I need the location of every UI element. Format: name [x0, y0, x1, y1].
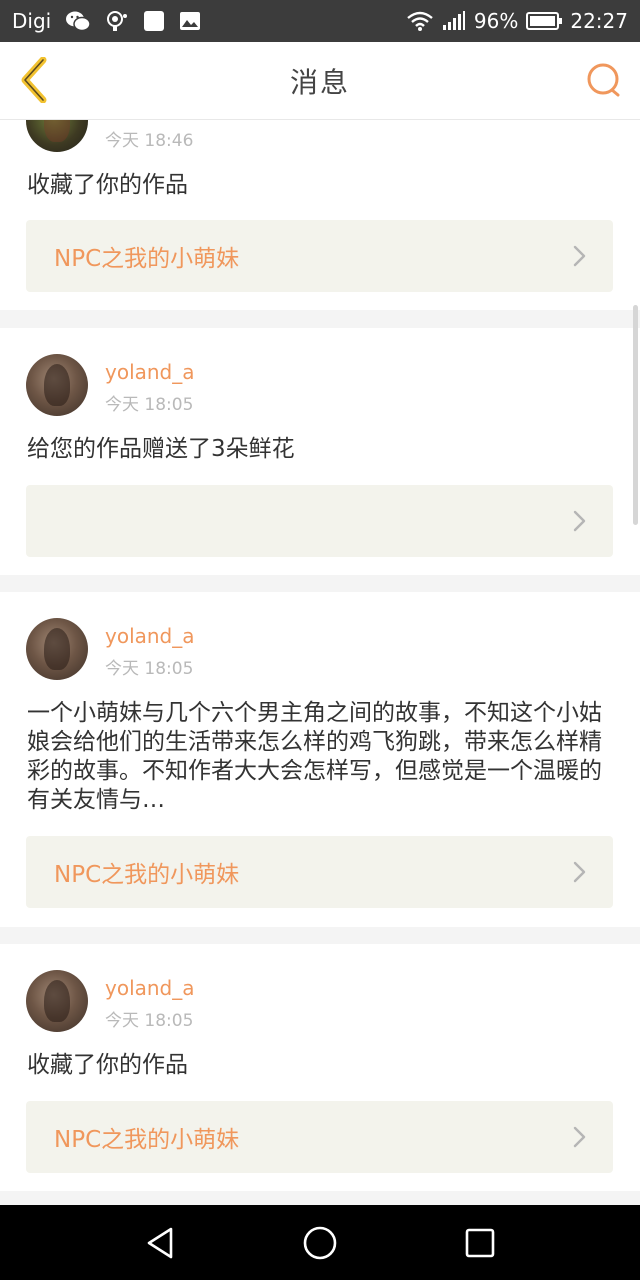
nav-back-button[interactable] — [140, 1223, 180, 1263]
timestamp: 今天 18:05 — [105, 1011, 194, 1031]
avatar[interactable] — [26, 618, 88, 680]
scrollbar[interactable] — [633, 305, 638, 525]
battery-percent: 96% — [473, 9, 519, 33]
search-icon — [585, 61, 623, 103]
work-link[interactable]: NPC之我的小萌妹 — [26, 836, 613, 908]
message-content: 收藏了你的作品 — [27, 1052, 188, 1078]
back-button[interactable] — [16, 56, 52, 107]
search-button[interactable] — [584, 62, 624, 102]
gallery-icon — [179, 11, 201, 31]
work-link[interactable] — [26, 485, 613, 557]
square-recents-icon — [465, 1228, 495, 1258]
work-title: NPC之我的小萌妹 — [54, 862, 240, 888]
app-header: 消息 — [0, 42, 640, 120]
message-content: 收藏了你的作品 — [27, 172, 188, 198]
username[interactable]: yoland_a — [105, 360, 195, 384]
timestamp: 今天 18:05 — [105, 395, 194, 415]
chevron-right-icon — [573, 861, 586, 883]
wechat-icon — [65, 10, 91, 32]
clock: 22:27 — [570, 9, 628, 33]
circle-home-icon — [303, 1226, 337, 1260]
page-title: 消息 — [289, 65, 350, 99]
message-feed[interactable]: 今天 18:46 收藏了你的作品 NPC之我的小萌妹 yoland_a 今天 1… — [0, 120, 640, 1205]
chevron-right-icon — [573, 245, 586, 267]
username[interactable]: yoland_a — [105, 976, 195, 1000]
nav-home-button[interactable] — [300, 1223, 340, 1263]
nav-recents-button[interactable] — [460, 1223, 500, 1263]
app-square-icon — [143, 10, 165, 32]
avatar[interactable] — [26, 970, 88, 1032]
message-content: 给您的作品赠送了3朵鲜花 — [27, 436, 295, 462]
work-link[interactable]: NPC之我的小萌妹 — [26, 220, 613, 292]
timestamp: 今天 18:46 — [105, 131, 194, 151]
chevron-left-icon — [19, 56, 49, 107]
signal-icon — [442, 11, 466, 31]
work-title: NPC之我的小萌妹 — [54, 1127, 240, 1153]
work-link[interactable]: NPC之我的小萌妹 — [26, 1101, 613, 1173]
wifi-icon — [406, 11, 434, 31]
message-card: yoland_a 今天 18:05 一个小萌妹与几个六个男主角之间的故事，不知这… — [0, 592, 640, 927]
triangle-back-icon — [147, 1227, 173, 1259]
carrier-label: Digi — [12, 9, 52, 33]
username[interactable]: yoland_a — [105, 624, 195, 648]
message-card: 今天 18:46 收藏了你的作品 NPC之我的小萌妹 — [0, 120, 640, 310]
avatar[interactable] — [26, 354, 88, 416]
chevron-right-icon — [573, 510, 586, 532]
message-card: yoland_a 今天 18:05 给您的作品赠送了3朵鲜花 — [0, 328, 640, 575]
timestamp: 今天 18:05 — [105, 659, 194, 679]
status-bar: Digi 96% 22:27 — [0, 0, 640, 42]
work-title: NPC之我的小萌妹 — [54, 246, 240, 272]
hotspot-icon — [105, 10, 129, 32]
system-nav-bar — [0, 1205, 640, 1280]
chevron-right-icon — [573, 1126, 586, 1148]
battery-icon — [526, 12, 563, 30]
message-content: 一个小萌妹与几个六个男主角之间的故事，不知这个小姑娘会给他们的生活带来怎么样的鸡… — [27, 700, 602, 813]
avatar[interactable] — [26, 120, 88, 152]
message-card: yoland_a 今天 18:05 收藏了你的作品 NPC之我的小萌妹 — [0, 944, 640, 1191]
